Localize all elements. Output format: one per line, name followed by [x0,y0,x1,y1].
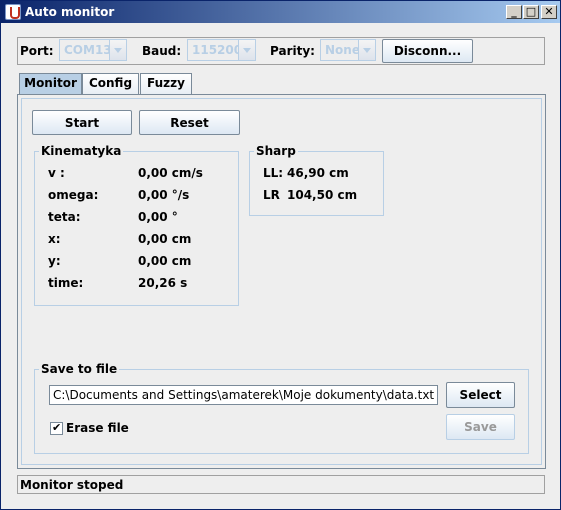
time-value: 20,26 s [138,276,188,290]
disconnect-button[interactable]: Disconn... [382,39,473,63]
port-select[interactable]: COM13 [59,39,127,61]
omega-value: 0,00 °/s [138,188,190,202]
omega-label: omega: [48,188,99,202]
kinematyka-title: Kinematyka [39,144,124,158]
save-group: Save to file Select Erase file Save [34,362,529,454]
tab-fuzzy[interactable]: Fuzzy [140,73,192,94]
maximize-icon[interactable]: □ [523,5,539,19]
parity-select[interactable]: None [320,39,376,61]
title-bar[interactable]: Auto monitor _ □ ✕ [1,1,560,23]
x-value: 0,00 cm [138,232,192,246]
sharp-title: Sharp [254,144,298,158]
save-button[interactable]: Save [446,414,515,440]
save-title: Save to file [39,362,120,376]
window-title: Auto monitor [25,5,115,19]
status-bar: Monitor stoped [17,475,545,494]
file-path-input[interactable] [49,385,438,405]
kinematyka-group: Kinematyka v : 0,00 cm/s omega: 0,00 °/s… [34,144,239,306]
java-icon [5,4,21,20]
tab-monitor[interactable]: Monitor [19,73,82,95]
monitor-content: Start Reset Kinematyka v : 0,00 cm/s ome… [21,98,542,465]
port-label: Port: [20,44,54,58]
minimize-icon[interactable]: _ [506,5,522,19]
y-value: 0,00 cm [138,254,192,268]
chevron-down-icon[interactable] [238,40,255,60]
monitor-panel: Start Reset Kinematyka v : 0,00 cm/s ome… [17,94,546,469]
baud-label: Baud: [142,44,182,58]
close-icon[interactable]: ✕ [541,5,557,19]
chevron-down-icon[interactable] [358,40,375,60]
v-value: 0,00 cm/s [138,166,203,180]
tab-config[interactable]: Config [82,73,139,94]
lr-label: LR [263,188,280,202]
parity-value: None [325,43,360,57]
port-value: COM13 [64,43,112,57]
parity-label: Parity: [270,44,315,58]
time-label: time: [48,276,84,290]
ll-label: LL: [263,166,284,180]
app-window: Auto monitor _ □ ✕ Port: COM13 Baud: 115… [0,0,561,510]
teta-value: 0,00 ° [138,210,178,224]
erase-file-label[interactable]: Erase file [66,421,129,435]
reset-button[interactable]: Reset [139,110,240,135]
sharp-group: Sharp LL: 46,90 cm LR 104,50 cm [249,144,384,216]
lr-value: 104,50 cm [287,188,358,202]
y-label: y: [48,254,61,268]
teta-label: teta: [48,210,81,224]
ll-value: 46,90 cm [287,166,349,180]
x-label: x: [48,232,61,246]
erase-file-checkbox[interactable] [50,421,63,435]
connection-panel: Port: COM13 Baud: 115200 Parity: None Di… [17,37,545,65]
baud-select[interactable]: 115200 [187,39,256,61]
start-button[interactable]: Start [32,110,132,135]
baud-value: 115200 [192,43,243,57]
chevron-down-icon[interactable] [109,40,126,60]
v-label: v : [48,166,65,180]
select-button[interactable]: Select [446,382,515,408]
